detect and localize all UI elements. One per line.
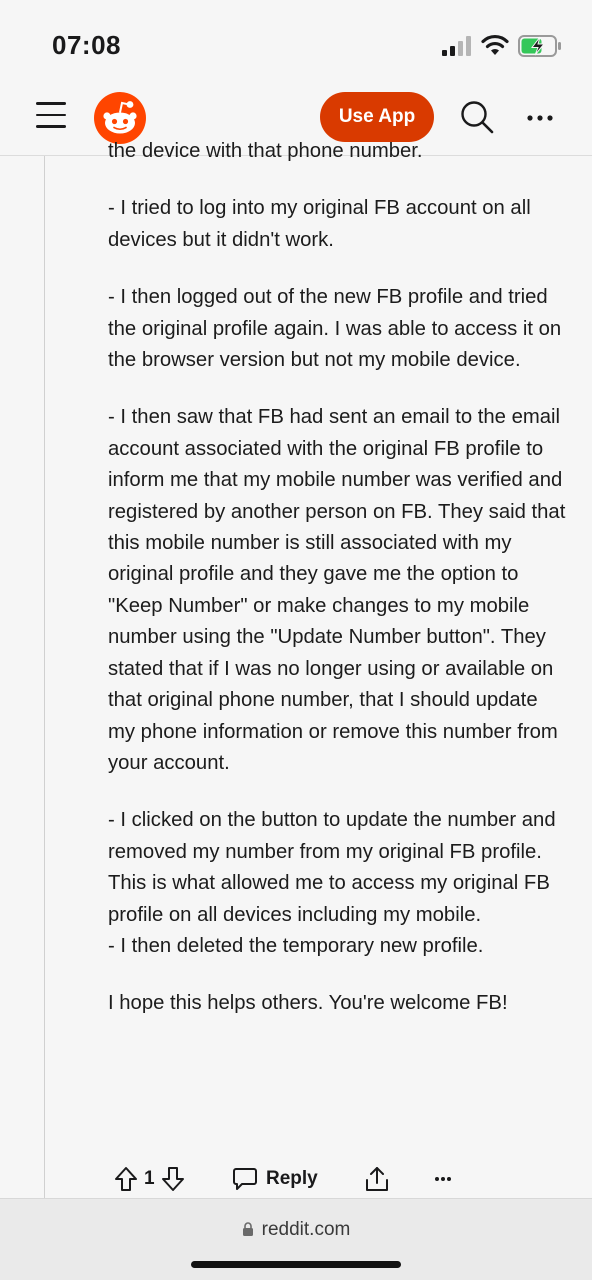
use-app-button[interactable]: Use App — [320, 92, 434, 142]
upvote-icon[interactable] — [114, 1166, 138, 1192]
comment-more-button[interactable] — [434, 1160, 452, 1198]
status-bar: 07:08 — [0, 0, 592, 80]
home-indicator[interactable] — [191, 1261, 401, 1268]
menu-icon[interactable] — [36, 102, 66, 130]
comment-paragraph: - I then deleted the temporary new profi… — [108, 934, 484, 957]
url-text: reddit.com — [261, 1219, 351, 1240]
status-time: 07:08 — [52, 30, 121, 60]
reply-button[interactable]: Reply — [232, 1160, 318, 1198]
search-icon[interactable] — [460, 100, 494, 134]
vote-group: 1 — [114, 1160, 185, 1198]
comment-paragraph-cut: the device with that phone number. — [108, 140, 423, 162]
downvote-icon[interactable] — [161, 1166, 185, 1192]
comment-paragraph: - I then logged out of the new FB profil… — [108, 286, 562, 372]
comment-paragraph: - I clicked on the button to update the … — [108, 809, 556, 926]
browser-address-bar: reddit.com — [0, 1198, 592, 1280]
share-button[interactable] — [364, 1160, 390, 1198]
reply-icon — [233, 1168, 257, 1190]
more-horizontal-icon — [435, 1177, 451, 1181]
battery-charging-icon — [518, 35, 561, 57]
more-options-icon[interactable] — [526, 114, 554, 122]
cellular-signal-icon — [442, 36, 471, 56]
wifi-icon — [481, 34, 509, 55]
share-icon — [366, 1167, 388, 1191]
reply-label: Reply — [266, 1168, 318, 1189]
comment-paragraph: - I tried to log into my original FB acc… — [108, 197, 531, 251]
comment-body: the device with that phone number. - I t… — [108, 136, 568, 1198]
vote-count: 1 — [144, 1168, 155, 1189]
comment-paragraph: I hope this helps others. You're welcome… — [108, 992, 508, 1015]
lock-icon — [242, 1222, 253, 1236]
comment-actions: 1 Reply — [108, 1160, 568, 1198]
url-display[interactable]: reddit.com — [0, 1219, 592, 1241]
comment-paragraph: - I then saw that FB had sent an email t… — [108, 406, 566, 774]
thread-line[interactable] — [44, 156, 45, 1198]
